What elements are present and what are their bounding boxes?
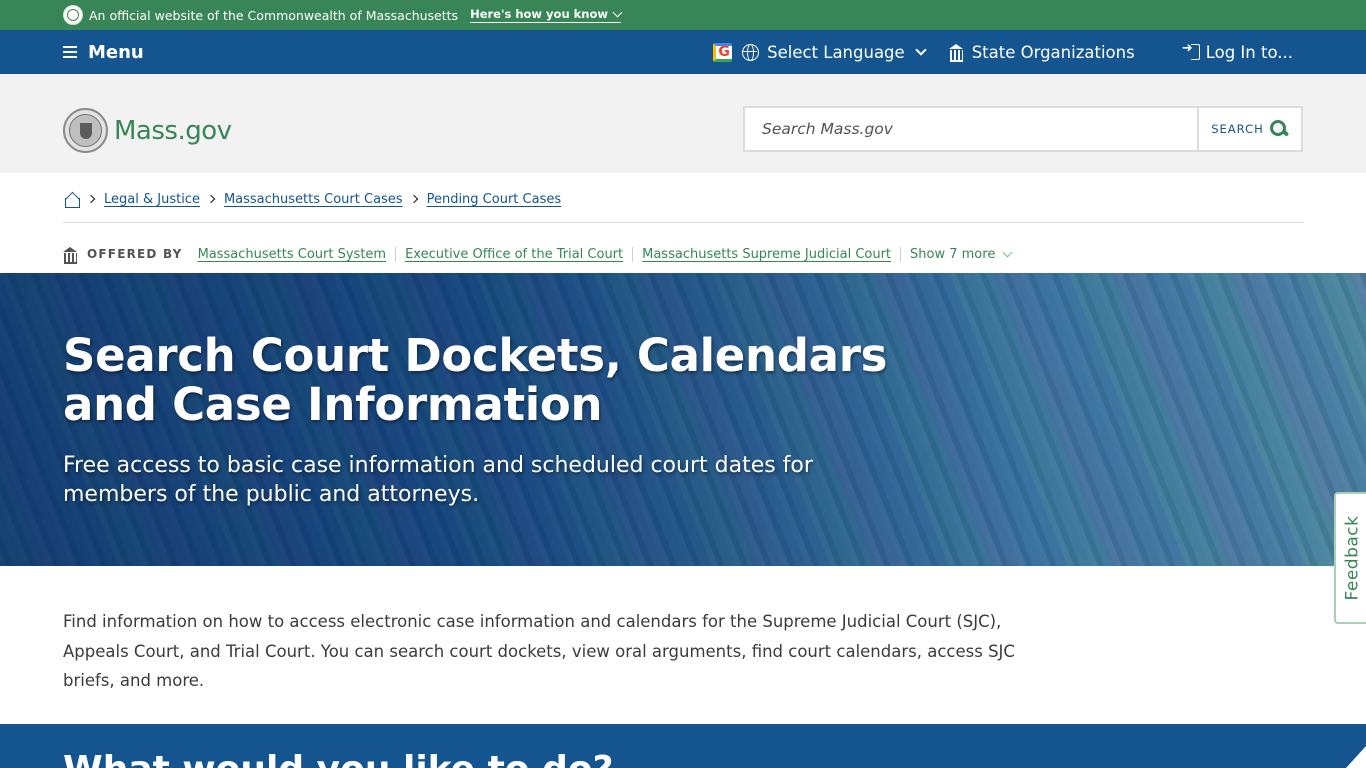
chevron-right-icon: [206, 194, 216, 204]
intro-text: Find information on how to access electr…: [63, 612, 1015, 690]
breadcrumb: Legal & Justice Massachusetts Court Case…: [63, 188, 1303, 223]
log-in-label: Log In to...: [1205, 42, 1293, 62]
state-organizations-button[interactable]: State Organizations: [948, 42, 1135, 62]
building-icon: [63, 246, 78, 264]
google-translate-icon: G: [713, 42, 733, 62]
section-heading: What would you like to do?: [63, 750, 613, 768]
search-icon: [1269, 119, 1289, 139]
page-subtitle: Free access to basic case information an…: [63, 453, 813, 507]
select-language-label: Select Language: [767, 42, 905, 62]
offered-by: OFFERED BY Massachusetts Court System Ex…: [63, 244, 1013, 264]
chevron-down-icon: [915, 44, 927, 56]
page-title: Search Court Dockets, Calendars and Case…: [63, 329, 888, 431]
home-icon[interactable]: [63, 192, 80, 208]
log-in-button[interactable]: Log In to...: [1182, 41, 1293, 62]
chevron-down-icon: [1002, 247, 1013, 257]
search-button[interactable]: SEARCH: [1197, 108, 1301, 150]
chevron-right-icon: [409, 194, 418, 204]
divider: [632, 246, 634, 262]
breadcrumb-link-court-cases[interactable]: Massachusetts Court Cases: [224, 192, 403, 207]
heres-how-you-know-link[interactable]: Here's how you know: [470, 7, 623, 23]
state-organizations-label: State Organizations: [971, 42, 1135, 62]
breadcrumb-link-legal-justice[interactable]: Legal & Justice: [104, 192, 200, 207]
divider: [900, 246, 902, 262]
utility-links: G Select Language State Organizations Lo…: [713, 30, 1293, 74]
globe-icon: [742, 43, 760, 61]
chevron-down-icon: [612, 7, 623, 17]
show-more-button[interactable]: Show 7 more: [910, 246, 1013, 262]
breadcrumb-link-pending-cases[interactable]: Pending Court Cases: [427, 192, 562, 207]
feedback-label: Feedback: [1342, 515, 1362, 601]
org-link-court-system[interactable]: Massachusetts Court System: [198, 247, 387, 262]
heres-how-you-know-label: Here's how you know: [470, 7, 609, 21]
divider: [395, 246, 397, 262]
search-form: SEARCH: [743, 106, 1303, 152]
hero-banner: Search Court Dockets, Calendars and Case…: [0, 273, 1366, 566]
select-language-dropdown[interactable]: Select Language: [742, 42, 927, 62]
hamburger-icon: [63, 46, 77, 58]
menu-button[interactable]: Menu: [63, 30, 144, 74]
feedback-button[interactable]: Feedback: [1334, 492, 1366, 624]
login-icon: [1182, 41, 1200, 60]
utility-nav: Menu G Select Language State Organizatio…: [0, 30, 1366, 74]
official-banner: An official website of the Commonwealth …: [0, 0, 1366, 30]
section-band: What would you like to do?: [0, 724, 1366, 768]
massachusetts-seal-icon: [63, 108, 108, 153]
org-link-supreme-judicial-court[interactable]: Massachusetts Supreme Judicial Court: [642, 247, 891, 262]
logo-text: Mass.gov: [114, 115, 232, 146]
offered-by-label: OFFERED BY: [87, 247, 183, 261]
menu-label: Menu: [88, 41, 144, 63]
search-input[interactable]: [745, 108, 1197, 150]
official-banner-text: An official website of the Commonwealth …: [89, 7, 459, 23]
site-header: Mass.gov SEARCH: [0, 74, 1366, 173]
building-icon: [948, 44, 964, 62]
show-more-label: Show 7 more: [910, 246, 996, 262]
chevron-right-icon: [86, 194, 96, 204]
search-button-label: SEARCH: [1211, 122, 1264, 136]
seal-icon: [63, 5, 83, 25]
mass-gov-logo[interactable]: Mass.gov: [63, 108, 232, 153]
org-link-trial-court[interactable]: Executive Office of the Trial Court: [405, 247, 623, 262]
